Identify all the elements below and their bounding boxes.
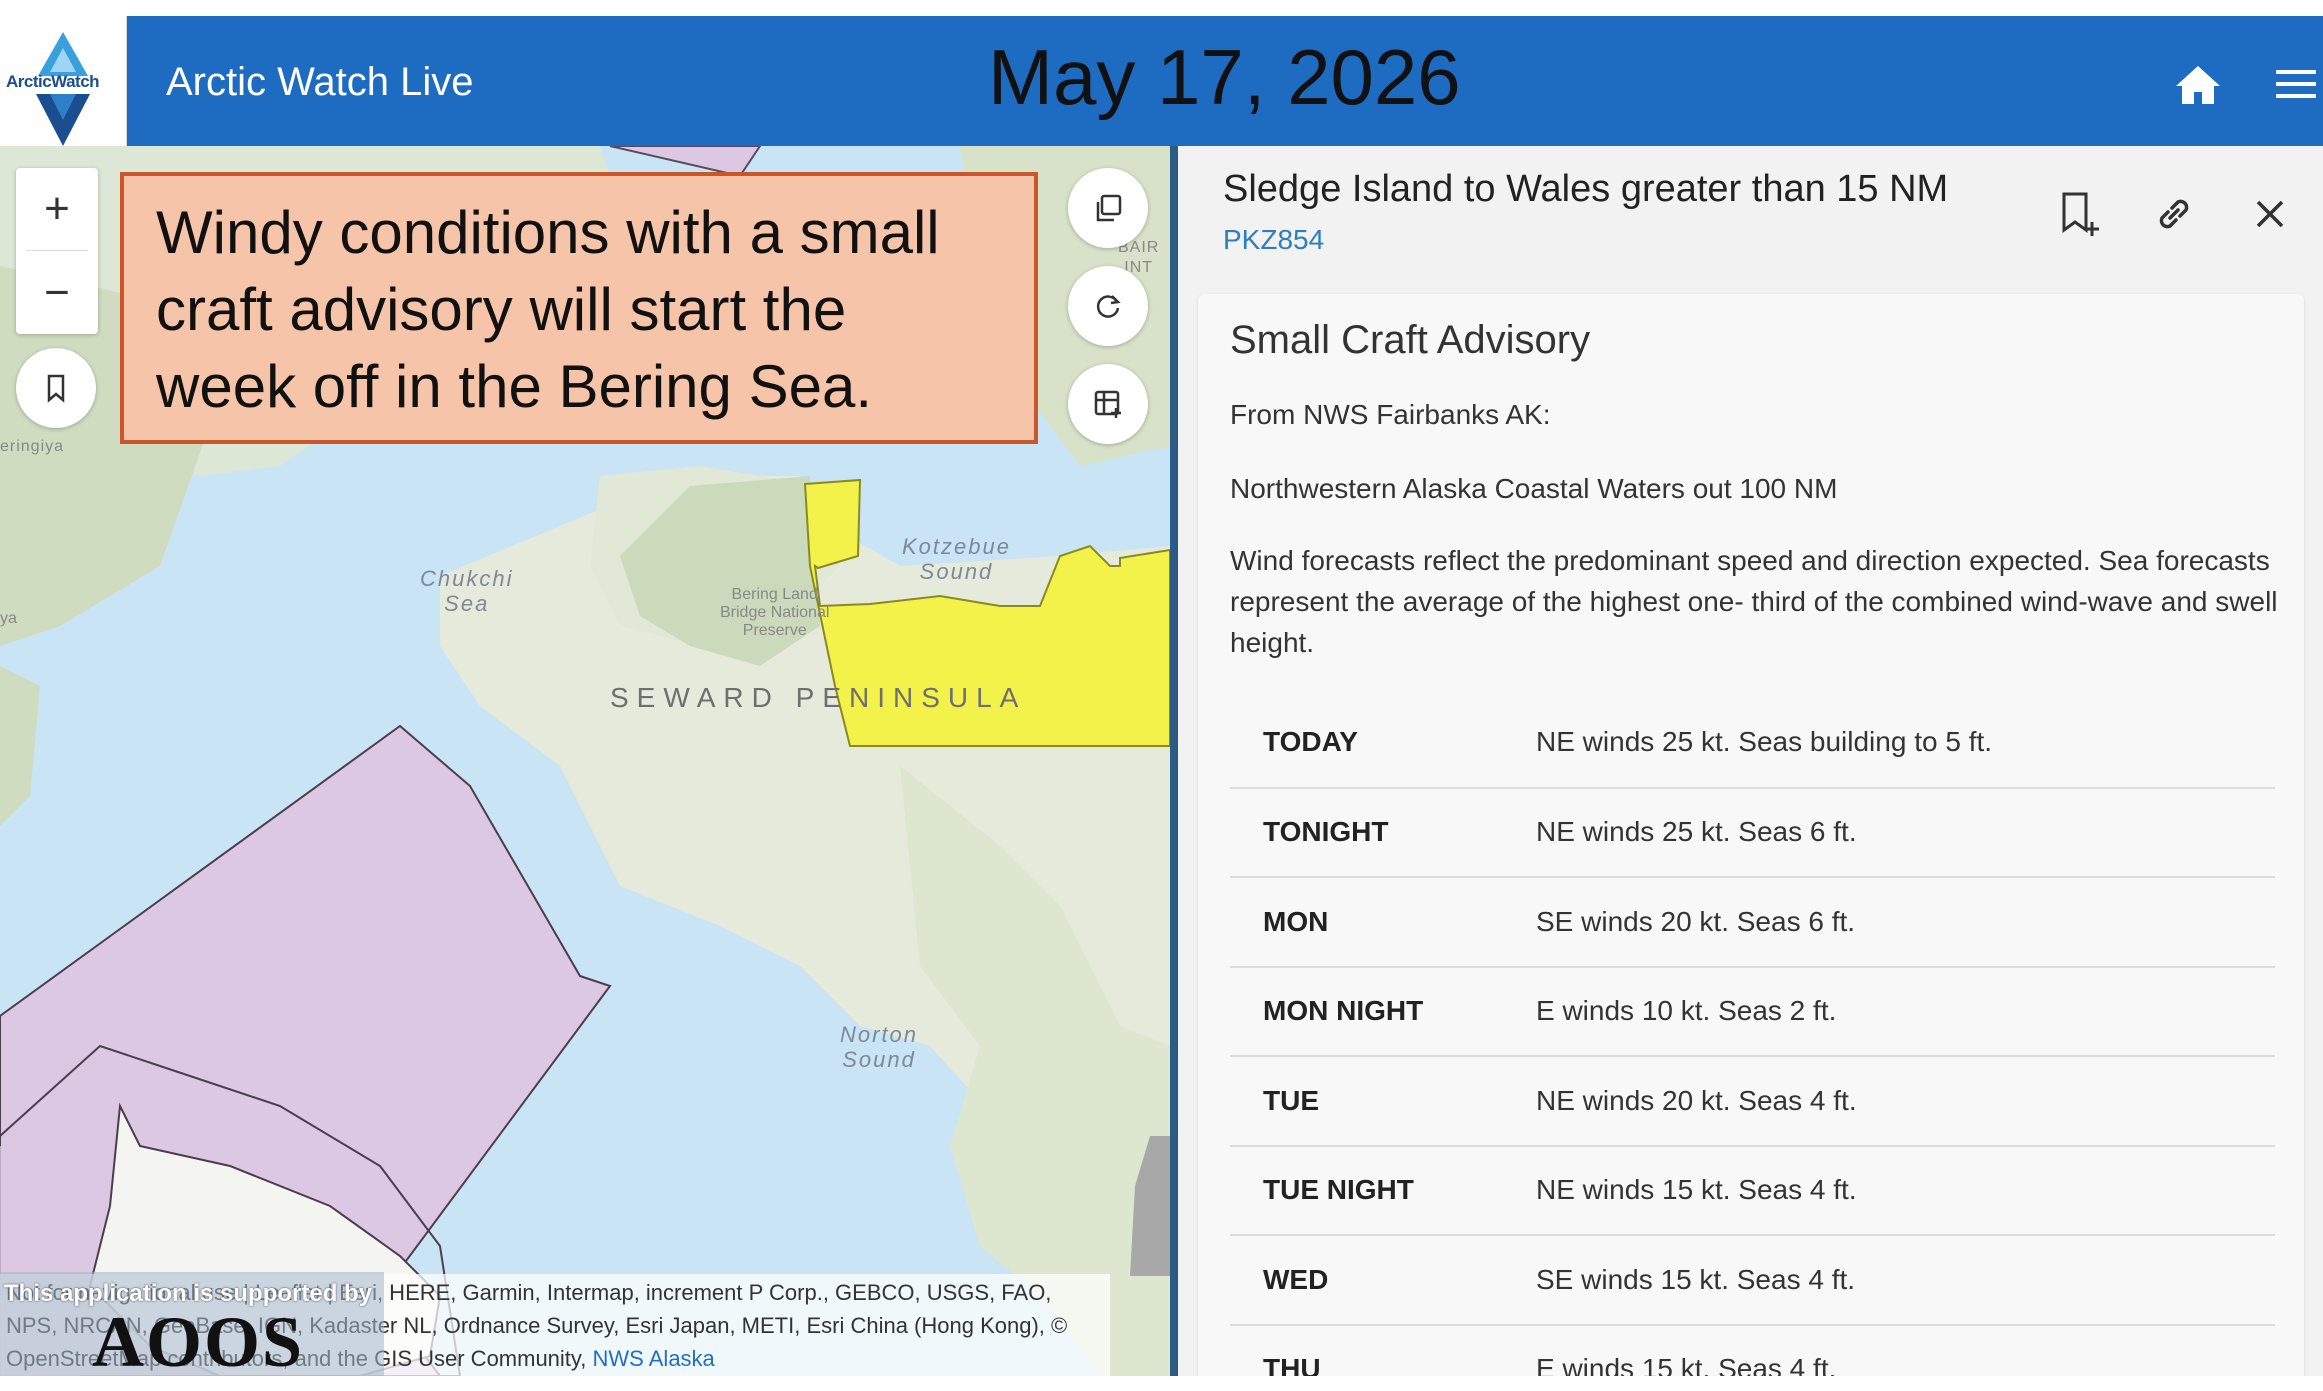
bering-preserve-label: Bering Land Bridge National Preserve xyxy=(720,586,830,639)
home-icon xyxy=(2176,66,2220,104)
app-header: ArcticWatch Arctic Watch Live May 17, 20… xyxy=(0,16,2323,146)
close-panel-button[interactable] xyxy=(2242,186,2298,242)
home-button[interactable] xyxy=(2168,54,2228,114)
aoos-banner[interactable]: This application is supported by AOOS xyxy=(0,1272,384,1376)
forecast-text: NE winds 15 kt. Seas 4 ft. xyxy=(1536,1145,2275,1236)
forecast-text: E winds 10 kt. Seas 2 ft. xyxy=(1536,966,2275,1057)
table-row: MON SE winds 20 kt. Seas 6 ft. xyxy=(1230,877,2275,968)
arctic-watch-logo[interactable]: ArcticWatch xyxy=(0,16,127,146)
menu-icon xyxy=(2276,70,2316,98)
add-bookmark-button[interactable] xyxy=(2050,186,2106,242)
kotzebue-sound-label: Kotzebue Sound xyxy=(902,534,1011,585)
map-view[interactable]: Chukchi Sea Kotzebue Sound SEWARD PENINS… xyxy=(0,146,1170,1376)
table-row: TONIGHT NE winds 25 kt. Seas 6 ft. xyxy=(1230,787,2275,878)
table-row: TUE NE winds 20 kt. Seas 4 ft. xyxy=(1230,1056,2275,1147)
chukchi-sea-label: Chukchi Sea xyxy=(420,566,514,617)
bookmark-icon xyxy=(47,374,65,403)
zoom-in-button[interactable]: + xyxy=(16,168,98,250)
forecast-text: SE winds 15 kt. Seas 4 ft. xyxy=(1536,1235,2275,1326)
advisory-card: Small Craft Advisory From NWS Fairbanks … xyxy=(1198,294,2304,1376)
forecast-period: TUE NIGHT xyxy=(1230,1145,1536,1236)
logo-text: ArcticWatch xyxy=(6,72,100,91)
nws-alaska-link[interactable]: NWS Alaska xyxy=(593,1346,715,1371)
beringiya-label: eringiya xyxy=(0,438,65,455)
coverage-area: Northwestern Alaska Coastal Waters out 1… xyxy=(1230,473,1838,504)
zone-title: Sledge Island to Wales greater than 15 N… xyxy=(1223,168,1949,210)
aoos-logo: AOOS xyxy=(92,1302,305,1376)
table-row: TUE NIGHT NE winds 15 kt. Seas 4 ft. xyxy=(1230,1145,2275,1236)
forecast-callout: Windy conditions with a small craft advi… xyxy=(120,172,1038,444)
link-icon xyxy=(2159,199,2189,229)
forecast-period: WED xyxy=(1230,1235,1536,1326)
app-title[interactable]: Arctic Watch Live xyxy=(166,60,473,105)
forecast-text: NE winds 25 kt. Seas 6 ft. xyxy=(1536,787,2275,878)
menu-button[interactable] xyxy=(2262,54,2322,114)
refresh-icon xyxy=(1096,295,1121,318)
forecast-period: MON xyxy=(1230,877,1536,968)
forecast-period: TUE xyxy=(1230,1056,1536,1147)
forecast-period: TONIGHT xyxy=(1230,787,1536,878)
issuing-office: From NWS Fairbanks AK: xyxy=(1230,399,1551,430)
add-layer-button[interactable] xyxy=(1068,364,1148,444)
forecast-text: E winds 15 kt. Seas 4 ft. xyxy=(1536,1324,2275,1376)
seward-peninsula-label: SEWARD PENINSULA xyxy=(610,682,1027,713)
copy-icon xyxy=(1096,194,1122,222)
panel-splitter[interactable] xyxy=(1170,146,1178,1376)
forecast-period: TODAY xyxy=(1230,698,1536,789)
norton-sound-label: Norton Sound xyxy=(840,1022,919,1073)
table-row: WED SE winds 15 kt. Seas 4 ft. xyxy=(1230,1235,2275,1326)
zoom-divider xyxy=(26,250,88,251)
zone-id[interactable]: PKZ854 xyxy=(1223,224,1324,256)
zoom-control: + − xyxy=(16,168,98,334)
refresh-button[interactable] xyxy=(1068,266,1148,346)
zone-detail-panel: Sledge Island to Wales greater than 15 N… xyxy=(1178,146,2323,1376)
advisory-title: Small Craft Advisory xyxy=(1230,318,1591,362)
table-add-icon xyxy=(1094,390,1121,418)
date-title: May 17, 2026 xyxy=(988,33,1461,121)
table-row: TODAY NE winds 25 kt. Seas building to 5 … xyxy=(1230,698,2275,789)
forecast-note: Wind forecasts reflect the predominant s… xyxy=(1230,545,2278,658)
table-row: MON NIGHT E winds 10 kt. Seas 2 ft. xyxy=(1230,966,2275,1057)
forecast-period: THU xyxy=(1230,1324,1536,1376)
ya-label: ya xyxy=(0,610,17,627)
forecast-text: SE winds 20 kt. Seas 6 ft. xyxy=(1536,877,2275,968)
close-icon xyxy=(2256,200,2284,228)
table-row: THU E winds 15 kt. Seas 4 ft. xyxy=(1230,1324,2275,1376)
forecast-period: MON NIGHT xyxy=(1230,966,1536,1057)
forecast-text: NE winds 20 kt. Seas 4 ft. xyxy=(1536,1056,2275,1147)
layers-copy-button[interactable] xyxy=(1068,168,1148,248)
forecast-table: TODAY NE winds 25 kt. Seas building to 5 … xyxy=(1230,698,2275,1376)
share-link-button[interactable] xyxy=(2146,186,2202,242)
forecast-text: NE winds 25 kt. Seas building to 5 ft. xyxy=(1536,698,2275,789)
bookmark-add-icon xyxy=(2062,192,2099,236)
zoom-out-button[interactable]: − xyxy=(16,252,98,334)
bookmark-button[interactable] xyxy=(16,348,96,428)
